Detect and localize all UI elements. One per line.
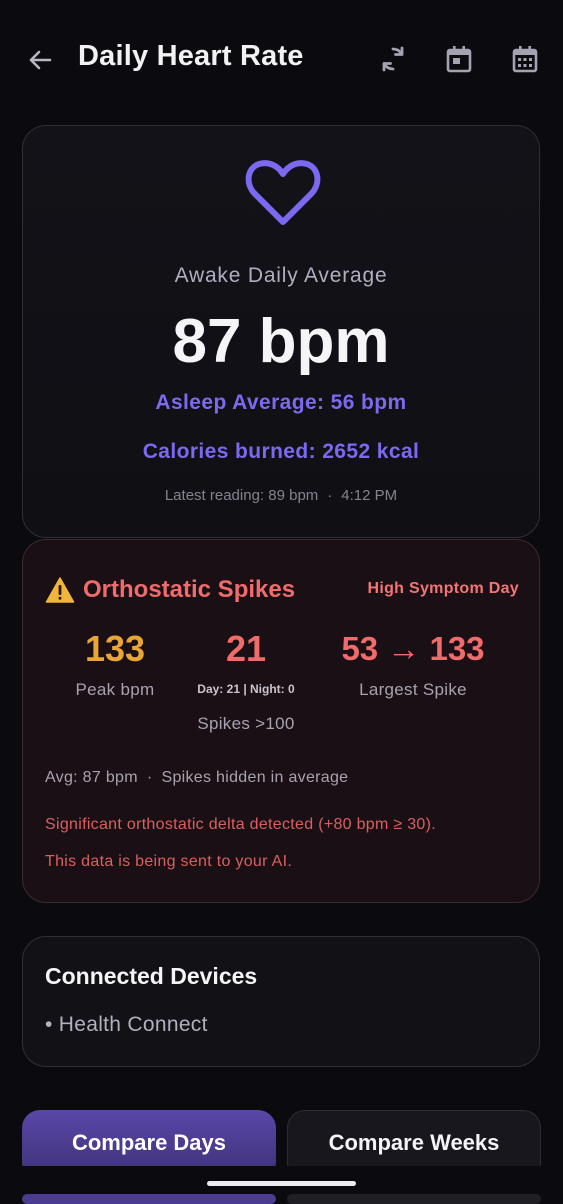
next-button-peek[interactable] <box>22 1194 276 1204</box>
latest-reading-line: Latest reading: 89 bpm · 4:12 PM <box>23 487 539 504</box>
symptom-day-badge: High Symptom Day <box>367 580 519 597</box>
peak-bpm-value: 133 <box>84 628 146 669</box>
latest-reading: Latest reading: 89 bpm <box>164 487 319 504</box>
orthostatic-spikes-card: Orthostatic Spikes High Symptom Day 133 … <box>22 539 540 903</box>
separator-dot: · <box>146 769 153 786</box>
average-note: Spikes hidden in average <box>161 769 349 786</box>
average-note-line: Avg: 87 bpm · Spikes hidden in average <box>45 769 348 787</box>
asleep-average-text: Asleep Average: 56 bpm <box>155 391 407 414</box>
latest-reading-time: 4:12 PM <box>341 487 398 504</box>
connected-devices-card: Connected Devices • Health Connect <box>22 936 540 1067</box>
calendar-day-icon[interactable] <box>443 43 475 75</box>
spike-count-stat: 21 Day: 21 | Night: 0 Spikes >100 <box>173 628 319 734</box>
warning-icon <box>45 577 75 603</box>
day-night-breakdown: Day: 21 | Night: 0 <box>197 682 295 696</box>
device-item: • Health Connect <box>45 1013 208 1036</box>
ai-sent-notice: This data is being sent to your AI. <box>45 853 293 870</box>
page-title: Daily Heart Rate <box>78 40 304 72</box>
spikes-title: Orthostatic Spikes <box>83 576 296 603</box>
back-arrow-icon[interactable] <box>24 44 56 76</box>
spike-count-label: Spikes >100 <box>197 714 295 733</box>
average-text: Avg: 87 bpm <box>45 769 138 786</box>
compare-days-label: Compare Days <box>71 1130 227 1155</box>
awake-average-value: 87 bpm <box>172 307 390 376</box>
calories-burned-text: Calories burned: 2652 kcal <box>142 440 420 463</box>
delta-warning-text: Significant orthostatic delta detected (… <box>45 816 436 833</box>
separator-dot: · <box>327 487 333 504</box>
home-indicator[interactable] <box>207 1181 356 1186</box>
peak-bpm-stat: 133 Peak bpm <box>53 628 177 700</box>
compare-weeks-label: Compare Weeks <box>328 1130 500 1155</box>
peak-bpm-label: Peak bpm <box>75 680 155 699</box>
spikes-heading: Orthostatic Spikes <box>45 576 295 604</box>
largest-spike-stat: 53 → 133 Largest Spike <box>323 630 503 700</box>
spike-count-value: 21 <box>225 628 267 669</box>
largest-spike-value: 53 → 133 <box>341 630 485 667</box>
awake-average-label: Awake Daily Average <box>174 264 388 287</box>
heart-outline-icon <box>245 160 321 225</box>
app-header: Daily Heart Rate <box>0 0 563 120</box>
calendar-month-icon[interactable] <box>509 43 541 75</box>
devices-title: Connected Devices <box>45 963 258 989</box>
sync-icon[interactable] <box>377 43 409 75</box>
largest-spike-label: Largest Spike <box>359 680 467 699</box>
next-button-peek[interactable] <box>287 1194 541 1204</box>
daily-average-card: Awake Daily Average 87 bpm Asleep Averag… <box>22 125 540 538</box>
